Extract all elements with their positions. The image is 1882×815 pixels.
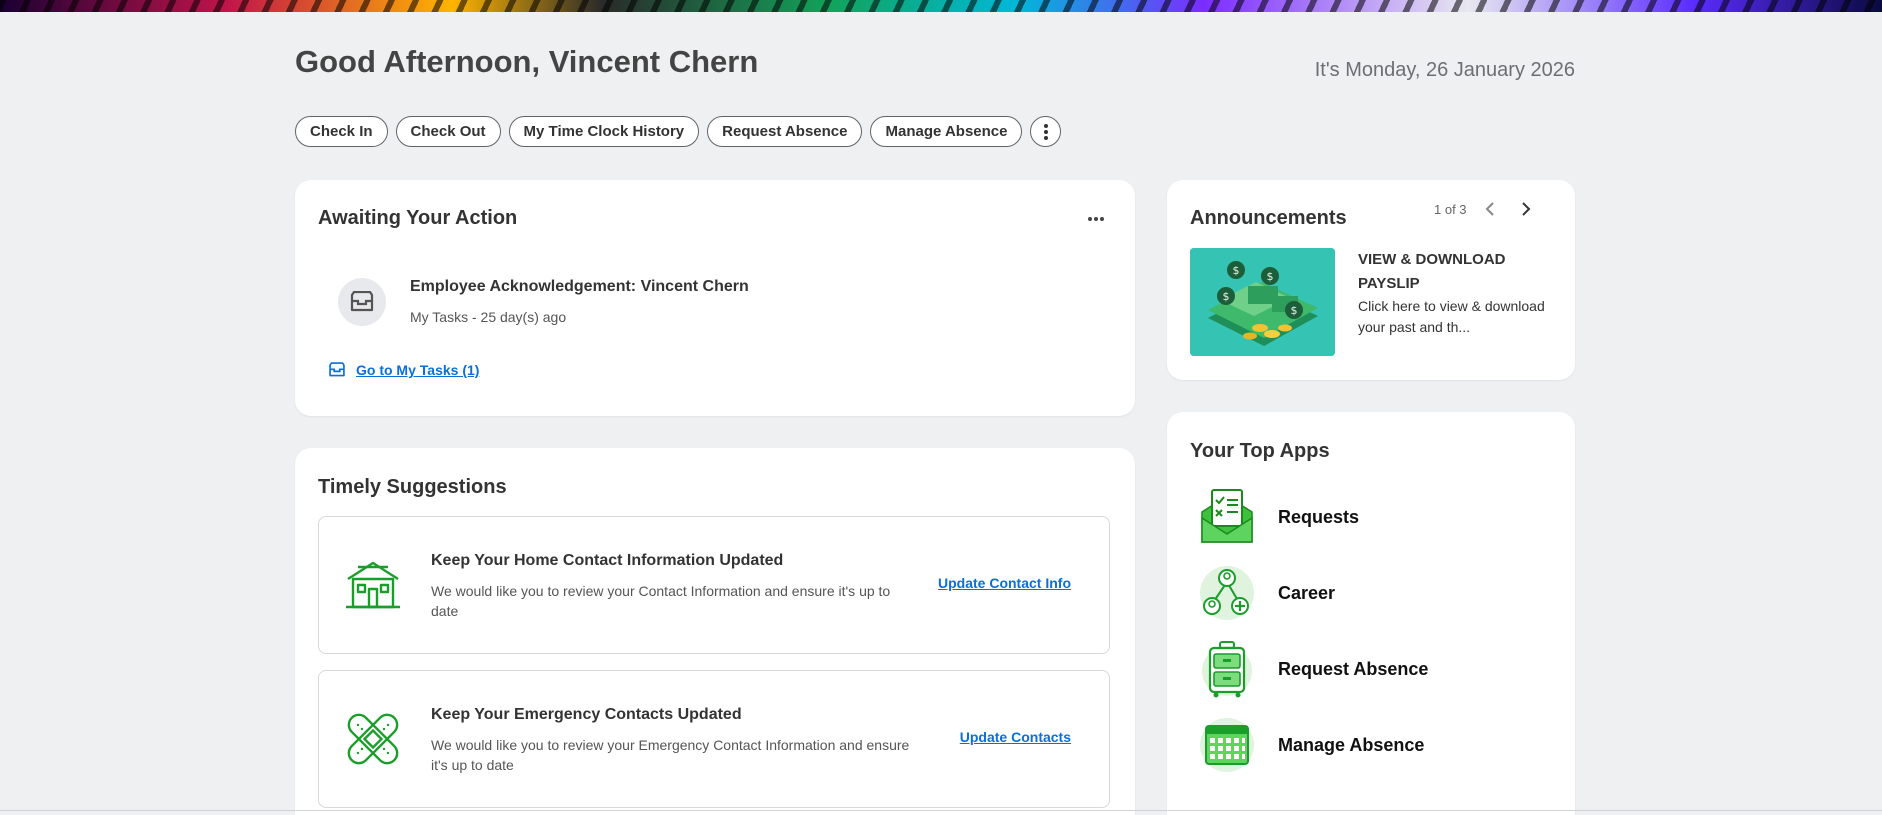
app-request-absence[interactable]: Request Absence — [1198, 640, 1428, 698]
app-label: Request Absence — [1278, 658, 1429, 679]
page-divider — [0, 810, 1882, 811]
task-subtitle: My Tasks - 25 day(s) ago — [410, 309, 567, 325]
announcement-description: Click here to view & download your past … — [1358, 298, 1545, 335]
svg-text:$: $ — [1267, 270, 1274, 283]
announcements-card: Announcements 1 of 3 $ $ $ $ VIEW & DOWN… — [1167, 180, 1575, 380]
app-career[interactable]: Career — [1198, 564, 1335, 622]
career-network-icon — [1200, 566, 1254, 620]
manage-absence-button[interactable]: Manage Absence — [870, 116, 1023, 147]
svg-text:$: $ — [1233, 264, 1240, 277]
top-apps-title: Your Top Apps — [1190, 440, 1330, 462]
suggestion-description: We would like you to review your Emergen… — [431, 737, 910, 773]
time-clock-history-button[interactable]: My Time Clock History — [508, 116, 700, 147]
current-date: It's Monday, 26 January 2026 — [1314, 59, 1575, 81]
previous-announcement-button[interactable] — [1479, 198, 1501, 220]
vertical-dots-icon — [1043, 123, 1048, 140]
bandage-icon — [347, 713, 399, 765]
top-apps-card: Your Top Apps Requests Career Request Ab… — [1167, 412, 1575, 815]
app-requests[interactable]: Requests — [1198, 488, 1359, 546]
task-inbox-icon — [338, 278, 386, 326]
announcements-title: Announcements — [1190, 207, 1347, 229]
timely-suggestions-card: Timely Suggestions Keep Your Home Contac… — [295, 448, 1135, 815]
announcement-pager: 1 of 3 — [1434, 202, 1467, 217]
awaiting-action-card: Awaiting Your Action Employee Acknowledg… — [295, 180, 1135, 416]
suitcase-icon — [1202, 641, 1252, 698]
next-announcement-button[interactable] — [1515, 198, 1537, 220]
chevron-right-icon — [1522, 202, 1531, 216]
more-actions-button[interactable] — [1030, 116, 1062, 147]
suggestion-title: Keep Your Emergency Contacts Updated — [431, 706, 742, 723]
inbox-icon — [329, 362, 345, 377]
envelope-document-icon — [1201, 489, 1253, 543]
check-out-button[interactable]: Check Out — [395, 116, 501, 147]
svg-text:$: $ — [1291, 304, 1298, 317]
app-label: Requests — [1278, 506, 1360, 527]
update-contact-info-link[interactable]: Update Contact Info — [938, 575, 1071, 591]
horizontal-dots-icon — [1088, 217, 1104, 221]
go-to-tasks-link[interactable]: Go to My Tasks (1) — [328, 362, 479, 378]
house-icon — [346, 561, 400, 609]
suggestion-description: We would like you to review your Contact… — [431, 583, 891, 619]
greeting-title: Good Afternoon, Vincent Chern — [295, 44, 759, 79]
awaiting-options-button[interactable] — [1081, 208, 1111, 230]
quick-actions-bar: Check In Check Out My Time Clock History… — [295, 116, 1062, 147]
svg-text:$: $ — [1223, 290, 1230, 303]
task-title[interactable]: Employee Acknowledgement: Vincent Chern — [410, 278, 749, 296]
app-manage-absence[interactable]: Manage Absence — [1198, 716, 1424, 774]
chevron-left-icon — [1485, 202, 1494, 216]
suggestion-item: Keep Your Home Contact Information Updat… — [318, 516, 1110, 654]
suggestion-item: Keep Your Emergency Contacts Updated We … — [318, 670, 1110, 808]
app-label: Manage Absence — [1278, 734, 1425, 755]
suggestion-title: Keep Your Home Contact Information Updat… — [431, 552, 784, 569]
go-to-tasks-label[interactable]: Go to My Tasks (1) — [356, 362, 479, 378]
announcement-title[interactable]: VIEW & DOWNLOAD PAYSLIP — [1358, 248, 1558, 296]
header-banner — [0, 0, 1882, 12]
app-label: Career — [1278, 582, 1336, 603]
payslip-money-image[interactable]: $ $ $ $ — [1190, 248, 1335, 356]
check-in-button[interactable]: Check In — [295, 116, 388, 147]
update-contacts-link[interactable]: Update Contacts — [960, 729, 1071, 745]
request-absence-button[interactable]: Request Absence — [707, 116, 863, 147]
awaiting-action-title: Awaiting Your Action — [318, 207, 518, 229]
timely-suggestions-title: Timely Suggestions — [318, 476, 507, 498]
calendar-icon — [1200, 718, 1254, 772]
